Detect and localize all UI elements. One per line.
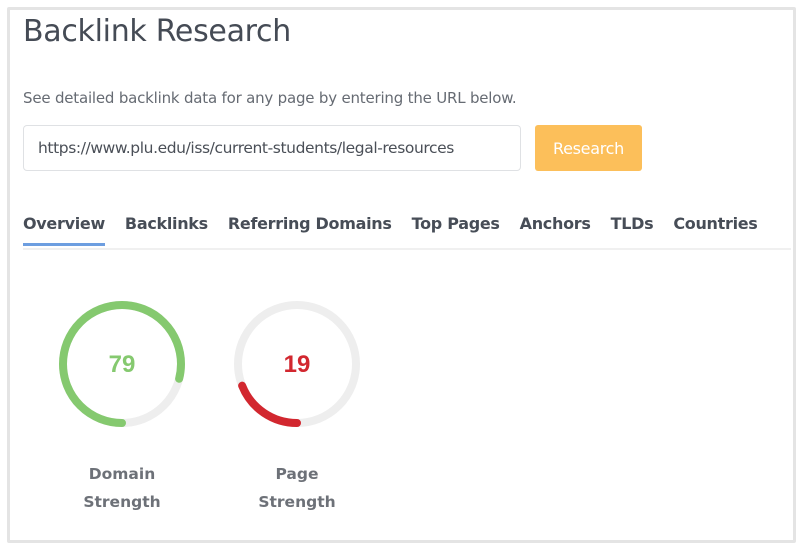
- gauge-value: 79: [109, 351, 136, 378]
- tab-bar: Overview Backlinks Referring Domains Top…: [23, 208, 791, 250]
- page-description: See detailed backlink data for any page …: [23, 89, 517, 107]
- tab-referring-domains[interactable]: Referring Domains: [228, 208, 392, 246]
- tab-tlds[interactable]: TLDs: [611, 208, 654, 246]
- research-button[interactable]: Research: [535, 125, 642, 171]
- tab-anchors[interactable]: Anchors: [520, 208, 591, 246]
- gauge-label: Page Strength: [258, 465, 336, 511]
- tab-top-pages[interactable]: Top Pages: [412, 208, 500, 246]
- tab-overview[interactable]: Overview: [23, 208, 105, 246]
- gauge-label: Domain Strength: [83, 465, 161, 511]
- tab-countries[interactable]: Countries: [673, 208, 758, 246]
- domain-strength-gauge: 79 Domain Strength: [57, 300, 187, 516]
- gauge-value: 19: [284, 351, 311, 378]
- tab-backlinks[interactable]: Backlinks: [125, 208, 208, 246]
- page-strength-gauge: 19 Page Strength: [232, 300, 362, 516]
- url-input[interactable]: [23, 125, 521, 171]
- page-title: Backlink Research: [23, 14, 291, 49]
